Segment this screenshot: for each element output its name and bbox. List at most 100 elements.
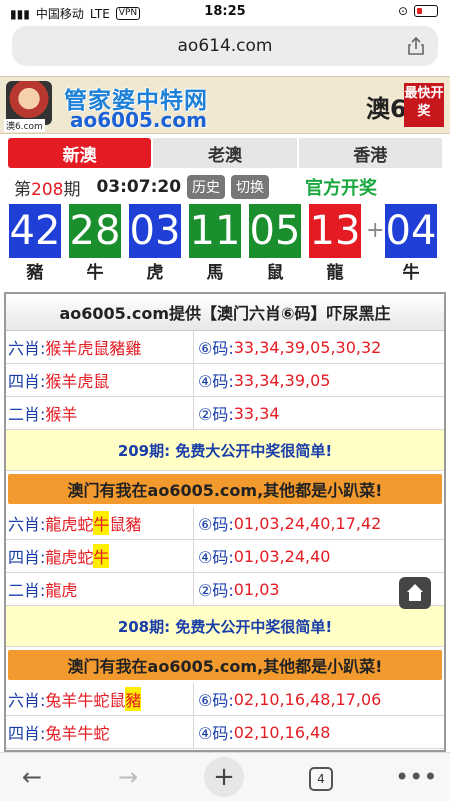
- status-bar: ▮▮▮ 中国移动 LTE VPN 18:25 ⊙: [0, 0, 450, 24]
- tab-hong-kong[interactable]: 香港: [298, 138, 442, 168]
- zodiac-highlight: 豬: [125, 687, 142, 711]
- ball-zodiac: 豬: [26, 263, 44, 283]
- zodiac-cell: 四肖: 兔羊牛蛇: [6, 716, 194, 748]
- codes-cell: ④码: 01,03,24,40: [194, 544, 330, 568]
- codes-cell: ②码: 33,34: [194, 401, 280, 425]
- address-bar[interactable]: ao614.com: [12, 26, 438, 66]
- codes-label: ⑥码:: [198, 515, 234, 534]
- codes-label: ④码:: [198, 548, 234, 567]
- fastest-draw-badge: 最快开奖: [404, 83, 444, 127]
- panel-header: ao6005.com提供【澳门六肖⑥码】吓尿黑庄: [6, 294, 444, 331]
- home-icon[interactable]: [399, 577, 431, 609]
- draw-clock: 03:07:20: [96, 177, 182, 197]
- ball-zodiac: 虎: [146, 263, 164, 283]
- codes-label: ④码:: [198, 372, 234, 391]
- banner-right-text: 澳6: [366, 95, 407, 123]
- back-arrow-icon[interactable]: ←: [22, 763, 42, 791]
- plus-sign: +: [366, 218, 385, 243]
- codes-label: ⑥码:: [198, 339, 234, 358]
- zodiac-list-rest: 鼠豬: [109, 515, 142, 534]
- site-banner[interactable]: 澳6.com 管家婆中特网 ao6005.com 澳6 最快开奖: [0, 76, 450, 134]
- prediction-row: 六肖: 猴羊虎鼠豬雞 ⑥码: 33,34,39,05,30,32: [6, 331, 444, 364]
- zodiac-list: 兔羊牛蛇鼠: [45, 691, 126, 710]
- official-draw-label: 官方开奖: [305, 178, 378, 199]
- prediction-row: 六肖: 龍虎蛇牛鼠豬 ⑥码: 01,03,24,40,17,42: [6, 507, 444, 540]
- special-ball-zodiac: 牛: [402, 263, 420, 283]
- prediction-row: 四肖: 龍虎蛇牛 ④码: 01,03,24,40: [6, 540, 444, 573]
- orange-slogan: 澳门有我在ao6005.com,其他都是小趴菜!: [8, 650, 442, 680]
- codes-list: 33,34,39,05: [233, 370, 331, 390]
- zodiac-cell: 二肖: 龍虎: [6, 573, 194, 605]
- zodiac-list: 龍虎蛇: [45, 515, 94, 534]
- site-domain: ao6005.com: [70, 108, 207, 132]
- ball-zodiac: 馬: [206, 263, 224, 283]
- switch-button[interactable]: 切换: [231, 175, 270, 199]
- zodiac-list: 龍虎蛇: [45, 548, 94, 567]
- draw-ball: 05: [249, 204, 301, 258]
- zodiac-cell: 二肖: 猴羊: [6, 397, 194, 429]
- share-icon[interactable]: [406, 36, 426, 56]
- zodiac-cell: 四肖: 龍虎蛇牛: [6, 540, 194, 572]
- codes-list: 02,10,16,48,17,06: [233, 689, 382, 709]
- row-label: 四肖:: [8, 548, 46, 567]
- codes-list: 01,03,24,40: [233, 546, 331, 566]
- ball-zodiac: 鼠: [266, 263, 284, 283]
- promo-banner-208: 208期: 免费大公开中奖很简单!: [6, 606, 444, 647]
- prediction-panel: ao6005.com提供【澳门六肖⑥码】吓尿黑庄 六肖: 猴羊虎鼠豬雞 ⑥码: 33,…: [4, 292, 446, 752]
- zodiac-cell: 六肖: 龍虎蛇牛鼠豬: [6, 507, 194, 539]
- codes-label: ②码:: [198, 581, 234, 600]
- zodiac-list: 猴羊虎鼠豬雞: [45, 339, 142, 358]
- codes-cell: ②码: 01,03: [194, 577, 280, 601]
- orientation-lock-icon: ⊙: [397, 4, 408, 18]
- orange-slogan: 澳门有我在ao6005.com,其他都是小趴菜!: [8, 474, 442, 504]
- draw-period: 第208期: [14, 179, 81, 200]
- codes-list: 33,34: [233, 403, 280, 423]
- region-tabs: 新澳 老澳 香港: [8, 138, 442, 168]
- prediction-row: 六肖: 兔羊牛蛇鼠豬 ⑥码: 02,10,16,48,17,06: [6, 683, 444, 716]
- more-menu-icon[interactable]: •••: [395, 763, 437, 791]
- zodiac-highlight: 牛: [93, 544, 110, 568]
- battery-icon: [414, 5, 438, 17]
- zodiac-highlight: 牛: [93, 511, 110, 535]
- url-text[interactable]: ao614.com: [178, 36, 273, 56]
- codes-list: 01,03: [233, 579, 280, 599]
- zodiac-list: 兔羊牛蛇: [45, 724, 110, 743]
- tab-old-macau[interactable]: 老澳: [153, 138, 297, 168]
- history-button[interactable]: 历史: [187, 175, 226, 199]
- zodiac-list: 猴羊虎鼠: [45, 372, 110, 391]
- codes-cell: ④码: 02,10,16,48: [194, 720, 330, 744]
- row-label: 六肖:: [8, 691, 46, 710]
- new-tab-button[interactable]: +: [204, 757, 244, 797]
- row-label: 四肖:: [8, 372, 46, 391]
- codes-list: 02,10,16,48: [233, 722, 331, 742]
- draw-info-row: 第208期 03:07:20 历史 切换 官方开奖: [14, 174, 444, 200]
- draw-ball: 03: [129, 204, 181, 258]
- zodiac-list: 龍虎: [45, 581, 78, 600]
- status-time: 18:25: [204, 4, 246, 19]
- prediction-row: 二肖: 猴羊 ②码: 33,34: [6, 397, 444, 430]
- draw-ball: 11: [189, 204, 241, 258]
- codes-list: 33,34,39,05,30,32: [233, 337, 382, 357]
- zodiac-cell: 四肖: 猴羊虎鼠: [6, 364, 194, 396]
- codes-cell: ④码: 33,34,39,05: [194, 368, 330, 392]
- special-ball: 04: [385, 204, 437, 258]
- row-label: 四肖:: [8, 724, 46, 743]
- codes-label: ②码:: [198, 405, 234, 424]
- prediction-row: 四肖: 兔羊牛蛇 ④码: 02,10,16,48: [6, 716, 444, 749]
- tab-new-macau[interactable]: 新澳: [8, 138, 152, 168]
- row-label: 六肖:: [8, 339, 46, 358]
- codes-label: ⑥码:: [198, 691, 234, 710]
- promo-banner-209: 209期: 免费大公开中奖很简单!: [6, 430, 444, 471]
- codes-cell: ⑥码: 02,10,16,48,17,06: [194, 687, 381, 711]
- prediction-row: 二肖: 龍虎 ②码: 01,03: [6, 573, 444, 606]
- tab-switcher-button[interactable]: 4: [309, 767, 333, 791]
- ball-zodiac: 龍: [326, 263, 344, 283]
- forward-arrow-icon[interactable]: →: [118, 763, 138, 791]
- codes-cell: ⑥码: 33,34,39,05,30,32: [194, 335, 381, 359]
- browser-toolbar: ← → + 4 •••: [0, 752, 450, 801]
- codes-list: 01,03,24,40,17,42: [233, 513, 382, 533]
- draw-ball: 42: [9, 204, 61, 258]
- row-label: 二肖:: [8, 405, 46, 424]
- draw-ball: 28: [69, 204, 121, 258]
- zodiac-cell: 六肖: 兔羊牛蛇鼠豬: [6, 683, 194, 715]
